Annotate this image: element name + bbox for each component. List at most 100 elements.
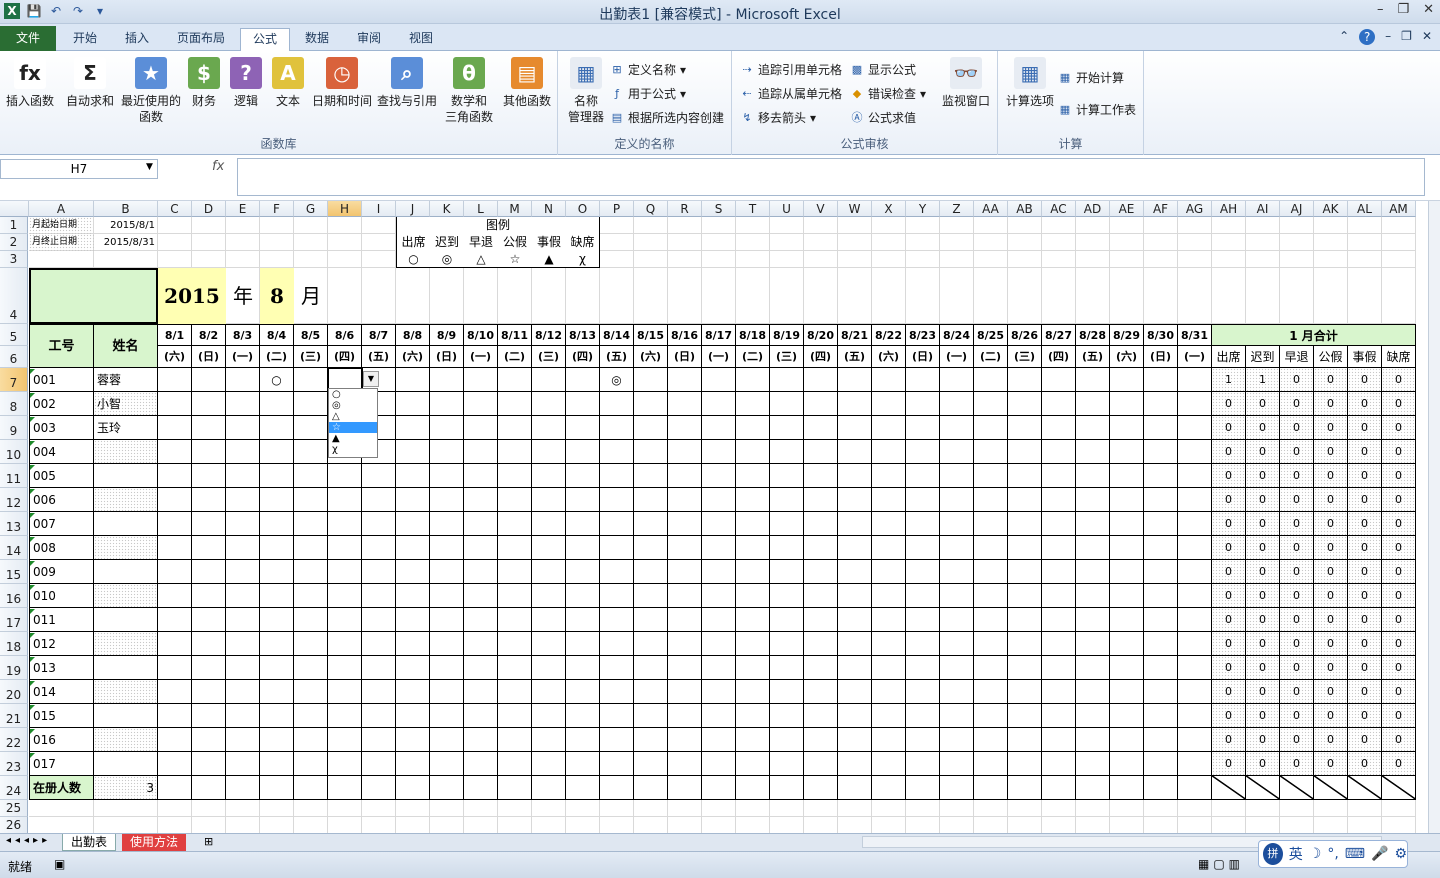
attendance-cell[interactable] — [396, 416, 430, 440]
attendance-cell[interactable] — [838, 464, 872, 488]
total-cell[interactable]: 0 — [1314, 704, 1348, 728]
attendance-cell[interactable] — [226, 512, 260, 536]
attendance-cell[interactable] — [736, 440, 770, 464]
grid-cell[interactable] — [328, 817, 362, 833]
attendance-cell[interactable] — [804, 752, 838, 776]
column-header-P[interactable]: P — [600, 201, 634, 217]
grid-cell[interactable] — [838, 817, 872, 833]
row-header-4[interactable]: 4 — [0, 268, 28, 324]
date-header[interactable]: 8/19 — [770, 324, 804, 346]
column-header-AM[interactable]: AM — [1382, 201, 1416, 217]
attendance-cell[interactable] — [498, 752, 532, 776]
grid-cell[interactable] — [702, 251, 736, 268]
total-cell[interactable]: 0 — [1382, 728, 1416, 752]
attendance-cell[interactable] — [192, 416, 226, 440]
empty-cell[interactable] — [838, 776, 872, 800]
attendance-cell[interactable] — [294, 632, 328, 656]
grid-cell[interactable] — [396, 800, 430, 817]
date-header[interactable]: 8/10 — [464, 324, 498, 346]
total-cell[interactable]: 0 — [1382, 656, 1416, 680]
attendance-cell[interactable] — [396, 752, 430, 776]
attendance-cell[interactable] — [430, 704, 464, 728]
grid-cell[interactable] — [430, 268, 464, 324]
date-header[interactable]: 8/22 — [872, 324, 906, 346]
attendance-cell[interactable] — [260, 728, 294, 752]
grid-cell[interactable] — [328, 251, 362, 268]
attendance-cell[interactable] — [736, 656, 770, 680]
attendance-cell[interactable] — [974, 512, 1008, 536]
function-button-6[interactable]: ◷ 日期和时间 — [310, 57, 374, 109]
attendance-cell[interactable] — [838, 632, 872, 656]
grid-cell[interactable] — [974, 251, 1008, 268]
grid-cell[interactable] — [1348, 817, 1382, 833]
start-date-value[interactable]: 2015/8/1 — [94, 217, 158, 234]
attendance-cell[interactable] — [1008, 656, 1042, 680]
insert-sheet-icon[interactable]: ⊞ — [204, 835, 213, 848]
empty-cell[interactable] — [158, 776, 192, 800]
total-cell[interactable]: 0 — [1314, 608, 1348, 632]
attendance-cell[interactable] — [838, 512, 872, 536]
attendance-cell[interactable] — [838, 488, 872, 512]
total-cell[interactable]: 0 — [1348, 488, 1382, 512]
attendance-cell[interactable] — [430, 656, 464, 680]
attendance-cell[interactable] — [532, 440, 566, 464]
function-button-1[interactable]: Σ 自动求和 — [64, 57, 116, 109]
attendance-cell[interactable] — [1076, 440, 1110, 464]
attendance-cell[interactable] — [1042, 680, 1076, 704]
total-cell[interactable]: 0 — [1348, 560, 1382, 584]
grid-cell[interactable] — [906, 217, 940, 234]
attendance-cell[interactable] — [260, 464, 294, 488]
attendance-cell[interactable] — [838, 680, 872, 704]
total-cell[interactable]: 0 — [1246, 416, 1280, 440]
attendance-cell[interactable] — [668, 416, 702, 440]
attendance-cell[interactable] — [1144, 608, 1178, 632]
attendance-cell[interactable] — [600, 608, 634, 632]
attendance-cell[interactable] — [532, 536, 566, 560]
attendance-cell[interactable] — [974, 536, 1008, 560]
grid-cell[interactable] — [226, 251, 260, 268]
function-button-4[interactable]: ? 逻辑 — [226, 57, 266, 109]
grid-cell[interactable] — [29, 800, 94, 817]
grid-cell[interactable] — [29, 817, 94, 833]
weekday-header[interactable]: (日) — [430, 346, 464, 368]
attendance-cell[interactable] — [260, 656, 294, 680]
attendance-cell[interactable] — [328, 728, 362, 752]
attendance-cell[interactable] — [1178, 416, 1212, 440]
row-header-8[interactable]: 8 — [0, 392, 28, 416]
attendance-cell[interactable] — [328, 488, 362, 512]
attendance-cell[interactable] — [668, 704, 702, 728]
attendance-cell[interactable] — [464, 536, 498, 560]
attendance-cell[interactable] — [634, 752, 668, 776]
attendance-cell[interactable] — [294, 704, 328, 728]
attendance-cell[interactable] — [226, 368, 260, 392]
weekday-header[interactable]: (六) — [634, 346, 668, 368]
attendance-cell[interactable] — [770, 512, 804, 536]
attendance-cell[interactable] — [838, 536, 872, 560]
attendance-cell[interactable] — [1008, 368, 1042, 392]
attendance-cell[interactable] — [1144, 752, 1178, 776]
grid-cell[interactable] — [702, 268, 736, 324]
row-header-23[interactable]: 23 — [0, 752, 28, 776]
attendance-cell[interactable] — [634, 440, 668, 464]
column-header-E[interactable]: E — [226, 201, 260, 217]
attendance-cell[interactable] — [872, 512, 906, 536]
attendance-cell[interactable] — [464, 512, 498, 536]
empty-cell[interactable] — [294, 776, 328, 800]
attendance-cell[interactable] — [226, 416, 260, 440]
total-cell[interactable]: 0 — [1314, 368, 1348, 392]
grid-cell[interactable] — [838, 251, 872, 268]
attendance-cell[interactable] — [736, 680, 770, 704]
row-header-6[interactable]: 6 — [0, 346, 28, 368]
tab-6[interactable]: 审阅 — [344, 28, 394, 50]
registered-count-label[interactable]: 在册人数 — [29, 776, 94, 800]
column-header-F[interactable]: F — [260, 201, 294, 217]
total-cell[interactable]: 0 — [1212, 680, 1246, 704]
date-header[interactable]: 8/14 — [600, 324, 634, 346]
attendance-cell[interactable] — [430, 488, 464, 512]
column-header-Z[interactable]: Z — [940, 201, 974, 217]
empty-cell[interactable] — [464, 776, 498, 800]
grid-cell[interactable] — [1212, 234, 1246, 251]
column-header-AL[interactable]: AL — [1348, 201, 1382, 217]
attendance-cell[interactable] — [328, 608, 362, 632]
start-date-label[interactable]: 月起始日期 — [29, 217, 94, 234]
